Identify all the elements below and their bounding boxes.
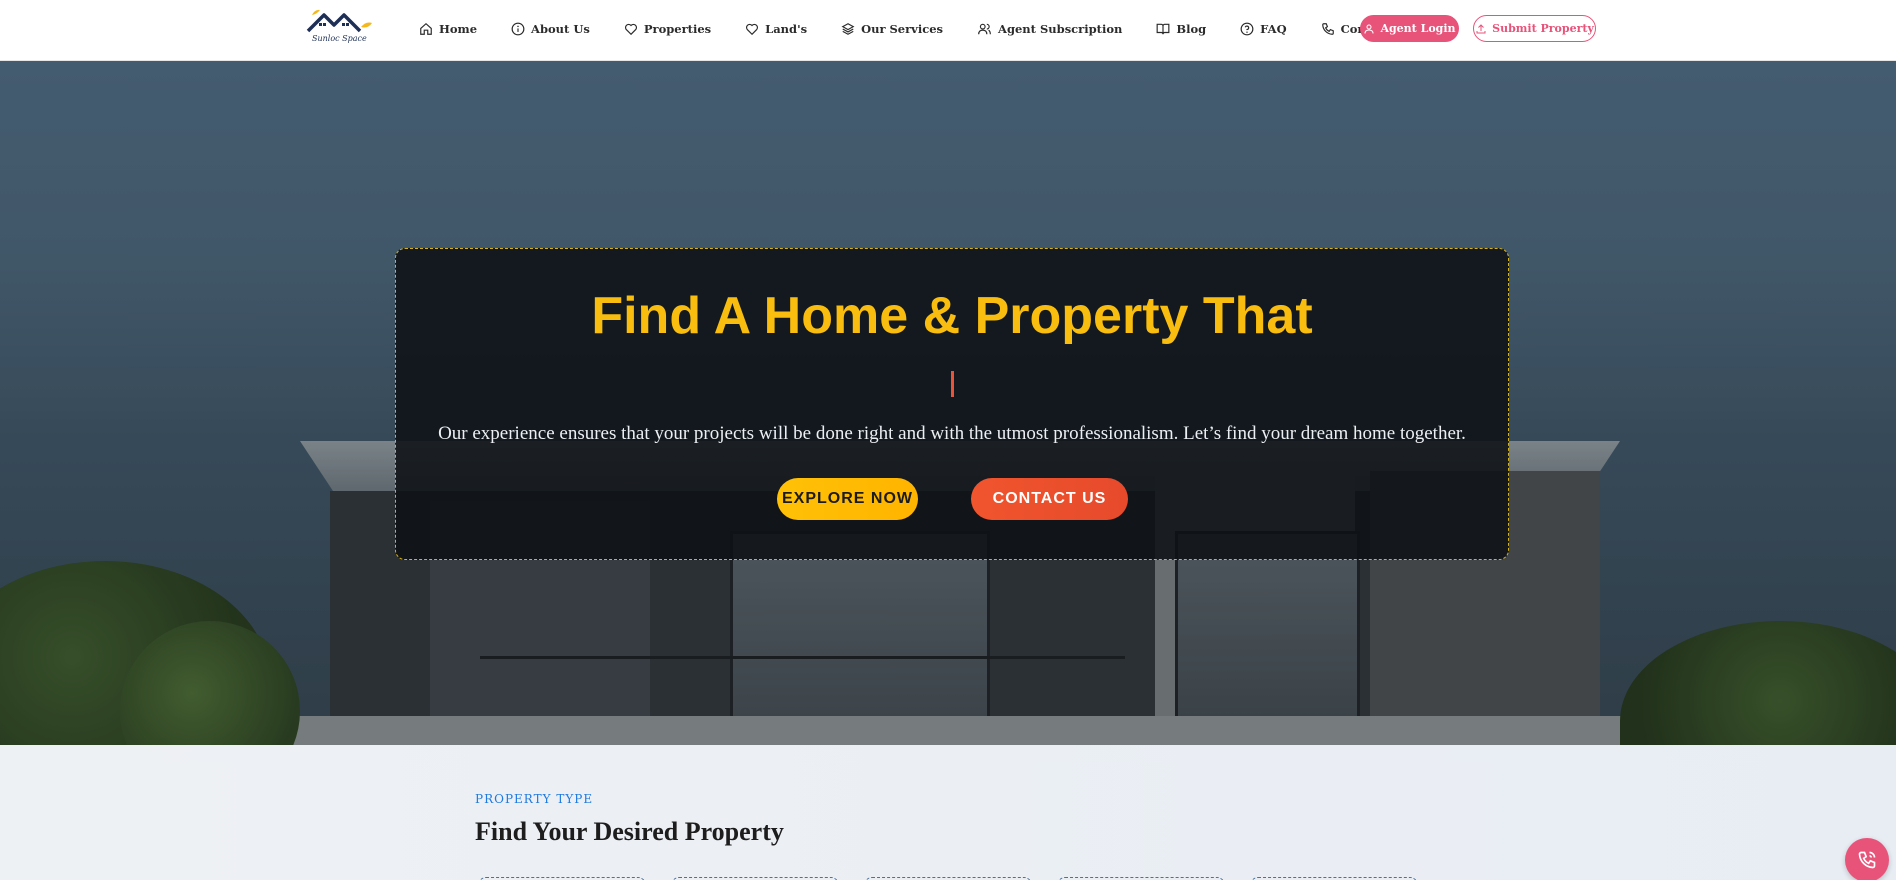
info-icon	[511, 22, 525, 36]
hero-subtitle: Our experience ensures that your project…	[438, 423, 1466, 444]
contact-us-button[interactable]: CONTACT US	[971, 478, 1128, 520]
section-title: Find Your Desired Property	[475, 817, 784, 846]
home-icon	[420, 22, 432, 35]
nav-label: FAQ	[1260, 22, 1287, 36]
submit-property-label: Submit Property	[1492, 22, 1594, 35]
call-button[interactable]	[1845, 838, 1889, 880]
nav-label: Our Services	[861, 22, 944, 36]
help-circle-icon	[1240, 22, 1254, 36]
nav-item-agent-subscription[interactable]: Agent Subscription	[977, 22, 1122, 36]
nav-item-faq[interactable]: FAQ	[1240, 22, 1287, 36]
nav-label: Home	[439, 22, 478, 36]
nav-item-home[interactable]: Home	[419, 22, 477, 36]
agent-login-button[interactable]: Agent Login	[1360, 15, 1459, 42]
nav-label: About Us	[531, 22, 590, 36]
layers-icon	[841, 23, 855, 35]
heart-icon	[746, 23, 759, 36]
nav-item-services[interactable]: Our Services	[841, 22, 943, 36]
house-logo-icon	[306, 9, 372, 33]
brand-logo[interactable]: Sunloc Space	[306, 7, 374, 47]
submit-property-button[interactable]: Submit Property	[1473, 15, 1596, 42]
nav-item-about[interactable]: About Us	[511, 22, 590, 36]
site-header: Sunloc Space Home About Us Properties La…	[0, 0, 1896, 61]
hero-card: Find A Home & Property That Our experien…	[395, 248, 1509, 560]
nav-label: Blog	[1176, 22, 1207, 36]
brand-name: Sunloc Space	[312, 34, 367, 43]
users-icon	[978, 23, 991, 35]
nav-label: Properties	[643, 22, 712, 36]
upload-icon	[1476, 23, 1486, 33]
phone-icon	[1321, 23, 1334, 35]
explore-now-button[interactable]: EXPLORE NOW	[777, 478, 918, 520]
user-icon	[1364, 24, 1374, 34]
book-icon	[1156, 23, 1170, 35]
agent-login-label: Agent Login	[1380, 22, 1456, 35]
phone-call-icon	[1858, 851, 1876, 869]
nav-item-blog[interactable]: Blog	[1156, 22, 1206, 36]
hero-title: Find A Home & Property That	[591, 287, 1313, 345]
nav-label: Agent Subscription	[998, 22, 1123, 36]
hero-section: Find A Home & Property That Our experien…	[0, 61, 1896, 745]
main-nav: Home About Us Properties Land's Our Serv…	[419, 0, 1445, 58]
nav-item-lands[interactable]: Land's	[745, 22, 807, 36]
heart-icon	[624, 23, 637, 36]
nav-item-properties[interactable]: Properties	[624, 22, 711, 36]
nav-label: Land's	[765, 22, 808, 36]
typing-cursor	[951, 371, 954, 397]
section-eyebrow: PROPERTY TYPE	[475, 792, 594, 806]
property-type-section: PROPERTY TYPE Find Your Desired Property	[0, 745, 1896, 880]
